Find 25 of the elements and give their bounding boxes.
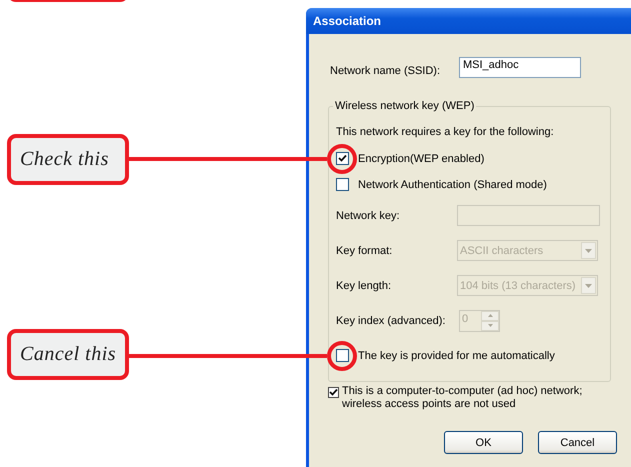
checkbox[interactable] <box>336 349 349 362</box>
caret-icon <box>585 284 592 288</box>
field-label: Key format: <box>336 244 394 256</box>
checkbox[interactable] <box>336 152 349 165</box>
field-label: Key length: <box>336 280 392 292</box>
callout-label: Cancel this <box>7 329 129 380</box>
checkbox-label[interactable]: The key is provided for me automatically <box>358 350 555 362</box>
ssid-label: Network name (SSID): <box>330 64 442 76</box>
highlight-circle <box>327 341 357 371</box>
callout-label: Check this <box>7 134 129 185</box>
checkbox-label[interactable]: This is a computer-to-computer (ad hoc) network; wireless access points are not used <box>342 385 612 411</box>
field-label: Network key: <box>336 210 401 222</box>
checkbox-label[interactable]: Network Authentication (Shared mode) <box>358 178 547 190</box>
intro-text: This network requires a key for the following: <box>336 126 555 138</box>
checkbox[interactable] <box>328 387 339 398</box>
window-title: Association <box>313 14 382 28</box>
ok-button[interactable]: OK <box>444 431 523 454</box>
checkbox[interactable] <box>336 178 349 191</box>
caret-icon <box>585 248 592 252</box>
cancel-button[interactable]: Cancel <box>538 431 617 454</box>
highlight-circle <box>327 144 357 174</box>
ssid-field[interactable]: MSI_adhoc <box>459 57 581 78</box>
group-legend: Wireless network key (WEP) <box>333 100 476 112</box>
checkbox-label[interactable]: Encryption(WEP enabled) <box>358 152 484 164</box>
field-label: Key index (advanced): <box>336 314 446 326</box>
